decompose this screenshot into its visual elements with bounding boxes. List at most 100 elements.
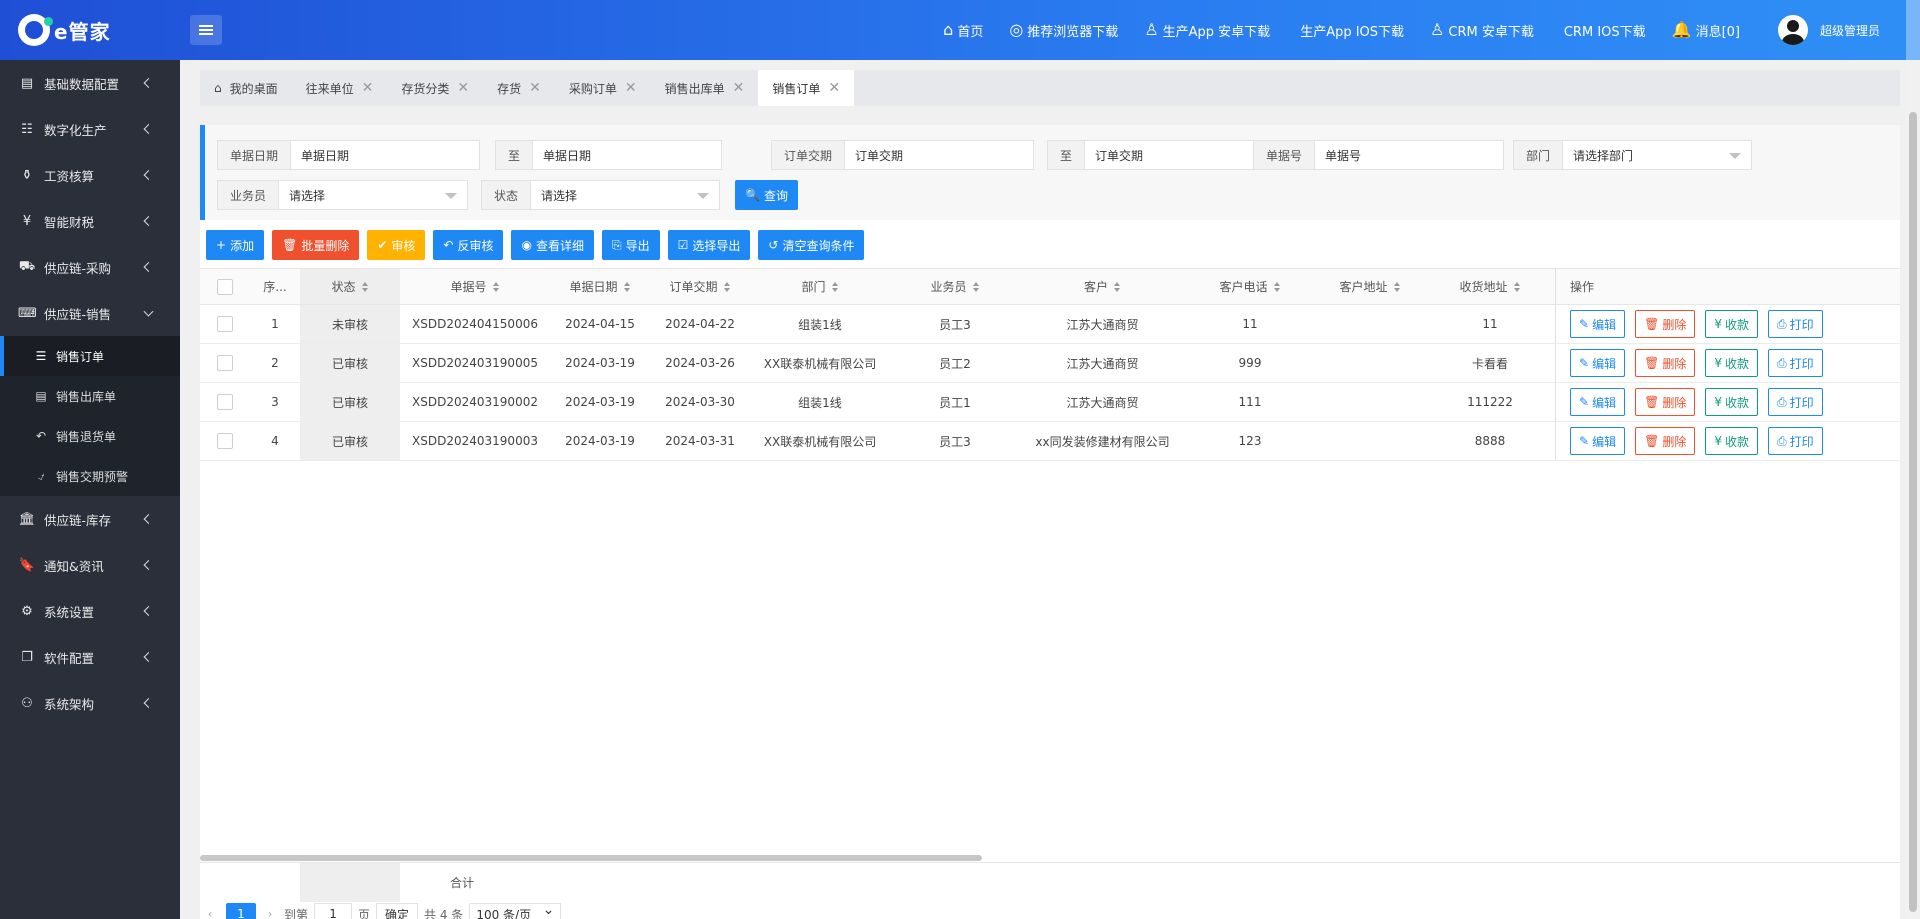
dept-select[interactable]: 请选择部门 <box>1562 140 1753 170</box>
col-bill-date[interactable]: 单据日期 <box>550 269 650 304</box>
sidebar-subitem-delivery-warning[interactable]: ⍻ 销售交期预警 <box>0 456 180 496</box>
col-dept[interactable]: 部门 <box>750 269 890 304</box>
delivery-from-input[interactable]: 订单交期 <box>844 140 1035 170</box>
nav-crm-ios-download[interactable]: CRM IOS下载 <box>1560 21 1646 40</box>
status-select[interactable]: 请选择 <box>530 180 721 210</box>
clear-conditions-button[interactable]: ↺ 清空查询条件 <box>758 230 865 260</box>
prev-page-button[interactable]: ‹ <box>200 907 220 919</box>
nav-prod-ios-download[interactable]: 生产App IOS下载 <box>1296 21 1404 40</box>
edit-button[interactable]: ✎ 编辑 <box>1570 388 1626 416</box>
sidebar-item-architecture[interactable]: ⚇ 系统架构 <box>0 680 180 726</box>
next-page-button[interactable]: › <box>262 907 278 919</box>
totals-row: 合计 <box>200 862 1900 902</box>
close-icon[interactable]: ✕ <box>362 80 374 96</box>
nav-home[interactable]: ⌂ 首页 <box>943 21 983 40</box>
salesman-select[interactable]: 请选择 <box>278 180 469 210</box>
delete-button[interactable]: 🗑 删除 <box>1635 427 1696 455</box>
nav-crm-android-download[interactable]: ♙ CRM 安卓下载 <box>1430 21 1534 40</box>
export-button[interactable]: ⎘ 导出 <box>601 230 660 260</box>
edit-button[interactable]: ✎ 编辑 <box>1570 427 1626 455</box>
query-button[interactable]: 🔍 查询 <box>735 180 798 210</box>
row-checkbox[interactable] <box>217 433 233 449</box>
close-icon[interactable]: ✕ <box>625 80 637 96</box>
col-address[interactable]: 客户地址 <box>1315 269 1425 304</box>
unaudit-button[interactable]: ↶ 反审核 <box>433 230 504 260</box>
table-row[interactable]: 4 已审核 XSDD202403190003 2024-03-19 2024-0… <box>200 422 1900 461</box>
sidebar-item-finance[interactable]: ¥ 智能财税 <box>0 198 180 244</box>
receive-button[interactable]: ¥ 收款 <box>1705 310 1758 338</box>
tab-stock-category[interactable]: 存货分类 ✕ <box>387 70 483 106</box>
page-scrollbar[interactable] <box>1906 60 1920 919</box>
col-salesman[interactable]: 业务员 <box>890 269 1020 304</box>
nav-prod-android-download[interactable]: ♙ 生产App 安卓下载 <box>1144 21 1270 40</box>
receive-button[interactable]: ¥ 收款 <box>1705 388 1758 416</box>
sidebar-item-payroll[interactable]: ⚱ 工资核算 <box>0 152 180 198</box>
sidebar-subitem-sales-order[interactable]: ☰ 销售订单 <box>0 336 180 376</box>
delivery-to-input[interactable]: 订单交期 <box>1084 140 1275 170</box>
page-size-select[interactable]: 100 条/页 <box>469 902 562 919</box>
close-icon[interactable]: ✕ <box>457 80 469 96</box>
nav-browser-download[interactable]: ◎ 推荐浏览器下载 <box>1009 21 1118 40</box>
col-phone[interactable]: 客户电话 <box>1185 269 1315 304</box>
delete-button[interactable]: 🗑 删除 <box>1635 388 1696 416</box>
sidebar-subitem-sales-outbound[interactable]: ▤ 销售出库单 <box>0 376 180 416</box>
page-input[interactable]: 1 <box>314 903 353 919</box>
select-all-checkbox[interactable] <box>217 278 233 295</box>
bill-date-to-input[interactable]: 单据日期 <box>532 140 723 170</box>
row-checkbox[interactable] <box>217 316 233 332</box>
print-button[interactable]: ⎙ 打印 <box>1767 427 1823 455</box>
user-menu[interactable]: 超级管理员 <box>1777 15 1880 45</box>
col-ship-address[interactable]: 收货地址 <box>1425 269 1555 304</box>
close-icon[interactable]: ✕ <box>828 80 840 96</box>
scrollbar-thumb[interactable] <box>1909 112 1917 912</box>
chevron-left-icon <box>143 652 154 662</box>
delete-button[interactable]: 🗑 删除 <box>1635 310 1696 338</box>
sidebar-item-system-settings[interactable]: ⚙ 系统设置 <box>0 588 180 634</box>
bill-no-input[interactable]: 单据号 <box>1314 140 1505 170</box>
receive-button[interactable]: ¥ 收款 <box>1705 427 1758 455</box>
page-number-current[interactable]: 1 <box>226 903 256 919</box>
sidebar-item-basic-data[interactable]: ▤ 基础数据配置 <box>0 60 180 106</box>
receive-button[interactable]: ¥ 收款 <box>1705 349 1758 377</box>
batch-delete-button[interactable]: 🗑 批量删除 <box>272 230 360 260</box>
select-export-button[interactable]: ☑ 选择导出 <box>667 230 751 260</box>
bill-date-from-input[interactable]: 单据日期 <box>290 140 481 170</box>
table-row[interactable]: 3 已审核 XSDD202403190002 2024-03-19 2024-0… <box>200 383 1900 422</box>
sidebar-item-notices[interactable]: 🔖 通知&资讯 <box>0 542 180 588</box>
tab-sales-order[interactable]: 销售订单 ✕ <box>758 70 855 106</box>
print-button[interactable]: ⎙ 打印 <box>1767 310 1823 338</box>
tab-sales-outbound[interactable]: 销售出库单 ✕ <box>651 70 759 106</box>
sidebar-item-inventory[interactable]: 🏛 供应链-库存 <box>0 496 180 542</box>
col-status[interactable]: 状态 <box>300 269 400 304</box>
sidebar-subitem-sales-return[interactable]: ↶ 销售退货单 <box>0 416 180 456</box>
row-checkbox[interactable] <box>217 355 233 371</box>
tab-purchase-order[interactable]: 采购订单 ✕ <box>555 70 651 106</box>
tab-desktop[interactable]: ⌂ 我的桌面 <box>200 70 292 106</box>
view-detail-button[interactable]: ◉ 查看详细 <box>511 230 594 260</box>
col-customer[interactable]: 客户 <box>1020 269 1185 304</box>
sidebar-item-sales[interactable]: ⌨ 供应链-销售 <box>0 290 180 336</box>
add-button[interactable]: + 添加 <box>206 230 265 260</box>
row-checkbox[interactable] <box>217 394 233 410</box>
close-icon[interactable]: ✕ <box>733 80 745 96</box>
sidebar-toggle-button[interactable] <box>190 15 222 45</box>
close-icon[interactable]: ✕ <box>529 80 541 96</box>
scrollbar-thumb[interactable] <box>200 855 982 861</box>
col-bill-no[interactable]: 单据号 <box>400 269 550 304</box>
confirm-page-button[interactable]: 确定 <box>376 903 419 919</box>
print-button[interactable]: ⎙ 打印 <box>1767 349 1823 377</box>
edit-button[interactable]: ✎ 编辑 <box>1570 310 1626 338</box>
tab-partners[interactable]: 往来单位 ✕ <box>292 70 388 106</box>
sidebar-item-purchase[interactable]: ⛟ 供应链-采购 <box>0 244 180 290</box>
print-button[interactable]: ⎙ 打印 <box>1767 388 1823 416</box>
delete-button[interactable]: 🗑 删除 <box>1635 349 1696 377</box>
table-row[interactable]: 1 未审核 XSDD202404150006 2024-04-15 2024-0… <box>200 305 1900 344</box>
table-row[interactable]: 2 已审核 XSDD202403190005 2024-03-19 2024-0… <box>200 344 1900 383</box>
tab-stock[interactable]: 存货 ✕ <box>483 70 555 106</box>
nav-messages[interactable]: 🔔 消息[0] <box>1672 21 1740 40</box>
sidebar-item-software-config[interactable]: ❐ 软件配置 <box>0 634 180 680</box>
audit-button[interactable]: ✔ 审核 <box>367 230 426 260</box>
edit-button[interactable]: ✎ 编辑 <box>1570 349 1626 377</box>
sidebar-item-digital-production[interactable]: ☷ 数字化生产 <box>0 106 180 152</box>
col-delivery[interactable]: 订单交期 <box>650 269 750 304</box>
